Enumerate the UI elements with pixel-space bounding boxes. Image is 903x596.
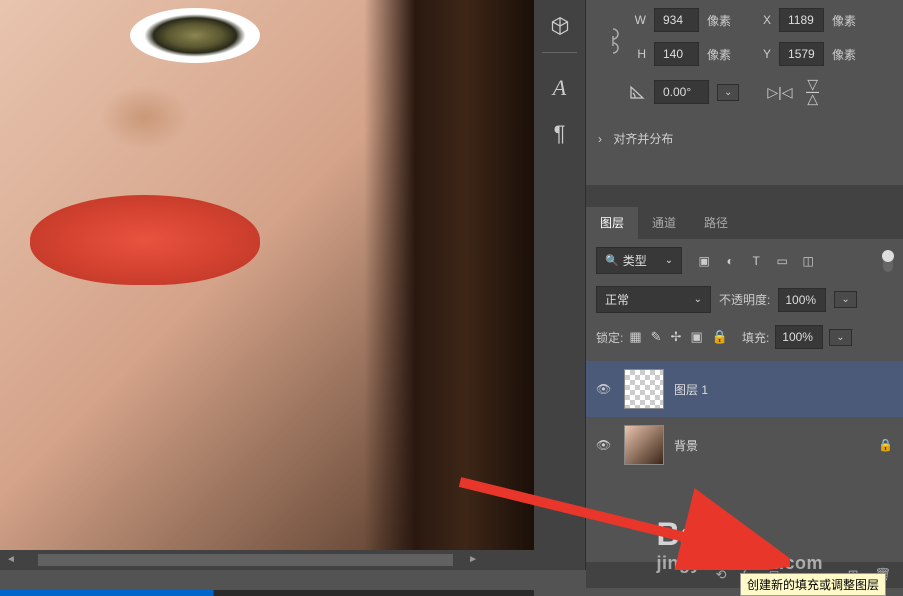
x-label: X xyxy=(753,13,771,27)
rotation-input[interactable] xyxy=(654,80,709,104)
filter-toggle[interactable] xyxy=(883,250,893,272)
lock-row: 锁定: ▦ ✎ ✢ ▣ 🔒 填充: ⌄ xyxy=(586,317,903,357)
x-unit: 像素 xyxy=(832,12,856,29)
divider xyxy=(542,52,577,62)
height-label: H xyxy=(628,47,646,61)
y-label: Y xyxy=(753,47,771,61)
blend-mode-select[interactable]: 正常 ⌄ xyxy=(596,286,711,313)
lock-position-icon[interactable]: ✢ xyxy=(671,329,682,345)
filter-type-icon[interactable]: T xyxy=(748,253,764,269)
layer-thumbnail[interactable] xyxy=(624,425,664,465)
layer-name[interactable]: 背景 xyxy=(674,437,868,454)
chevron-right-icon: › xyxy=(598,132,602,146)
layer-item[interactable]: 👁 图层 1 xyxy=(586,361,903,417)
horizontal-scrollbar[interactable]: ◄ ► xyxy=(0,550,534,570)
tab-channels[interactable]: 通道 xyxy=(638,207,690,239)
y-input[interactable] xyxy=(779,42,824,66)
flip-vertical-icon[interactable]: ▷|◁ xyxy=(805,79,822,104)
align-label: 对齐并分布 xyxy=(613,132,673,146)
height-unit: 像素 xyxy=(707,46,731,63)
lock-image-icon[interactable]: ✎ xyxy=(651,329,662,345)
blend-mode-row: 正常 ⌄ 不透明度: ⌄ xyxy=(586,282,903,317)
lock-artboard-icon[interactable]: ▣ xyxy=(690,329,702,345)
collapsed-panel-toolbar: A ¶ xyxy=(534,0,586,570)
lock-badge-icon: 🔒 xyxy=(878,438,893,452)
filter-smart-icon[interactable]: ◫ xyxy=(800,253,816,269)
visibility-icon[interactable]: 👁 xyxy=(596,438,614,452)
character-icon[interactable]: A xyxy=(540,68,580,108)
fill-dropdown[interactable]: ⌄ xyxy=(829,329,851,346)
height-input[interactable] xyxy=(654,42,699,66)
lock-label: 锁定: xyxy=(596,329,623,346)
angle-icon xyxy=(628,83,646,101)
x-input[interactable] xyxy=(779,8,824,32)
layers-list: 👁 图层 1 👁 背景 🔒 xyxy=(586,357,903,477)
scroll-right-arrow[interactable]: ► xyxy=(464,554,482,565)
width-label: W xyxy=(628,13,646,27)
opacity-input[interactable] xyxy=(778,288,826,312)
canvas-area[interactable]: ◄ ► xyxy=(0,0,534,570)
filter-type-select[interactable]: 🔍 类型 ⌄ xyxy=(596,247,682,274)
scroll-thumb[interactable] xyxy=(38,554,453,566)
canvas-image xyxy=(0,0,534,570)
tab-layers[interactable]: 图层 xyxy=(586,207,638,239)
width-input[interactable] xyxy=(654,8,699,32)
tab-paths[interactable]: 路径 xyxy=(690,207,742,239)
y-unit: 像素 xyxy=(832,46,856,63)
layer-thumbnail[interactable] xyxy=(624,369,664,409)
layer-item[interactable]: 👁 背景 🔒 xyxy=(586,417,903,473)
link-icon[interactable] xyxy=(598,8,628,73)
align-section[interactable]: › 对齐并分布 xyxy=(598,122,891,155)
width-unit: 像素 xyxy=(707,12,731,29)
panel-divider xyxy=(586,185,903,207)
flip-horizontal-icon[interactable]: ▷|◁ xyxy=(767,84,792,101)
properties-panel: W 像素 X 像素 H 像素 Y 像素 ⌄ ▷|◁ ▷|◁ xyxy=(586,0,903,185)
paragraph-icon[interactable]: ¶ xyxy=(540,114,580,154)
visibility-icon[interactable]: 👁 xyxy=(596,382,614,396)
filter-shape-icon[interactable]: ▭ xyxy=(774,253,790,269)
lock-all-icon[interactable]: 🔒 xyxy=(712,329,728,345)
fill-input[interactable] xyxy=(775,325,823,349)
opacity-dropdown[interactable]: ⌄ xyxy=(834,291,856,308)
layer-filter-row: 🔍 类型 ⌄ ▣ ◐ T ▭ ◫ xyxy=(586,239,903,282)
tooltip: 创建新的填充或调整图层 xyxy=(740,573,886,596)
lock-transparent-icon[interactable]: ▦ xyxy=(629,329,641,345)
filter-adjustment-icon[interactable]: ◐ xyxy=(722,253,738,269)
scroll-left-arrow[interactable]: ◄ xyxy=(2,554,20,565)
fill-label: 填充: xyxy=(742,329,769,346)
layer-name[interactable]: 图层 1 xyxy=(674,381,893,398)
taskbar-edge xyxy=(0,590,534,596)
rotation-dropdown[interactable]: ⌄ xyxy=(717,84,739,101)
watermark: Ba jingyan.baidu.com xyxy=(656,516,823,574)
opacity-label: 不透明度: xyxy=(719,291,770,308)
panel-tabs: 图层 通道 路径 xyxy=(586,207,903,239)
filter-pixel-icon[interactable]: ▣ xyxy=(696,253,712,269)
cube-icon[interactable] xyxy=(540,6,580,46)
